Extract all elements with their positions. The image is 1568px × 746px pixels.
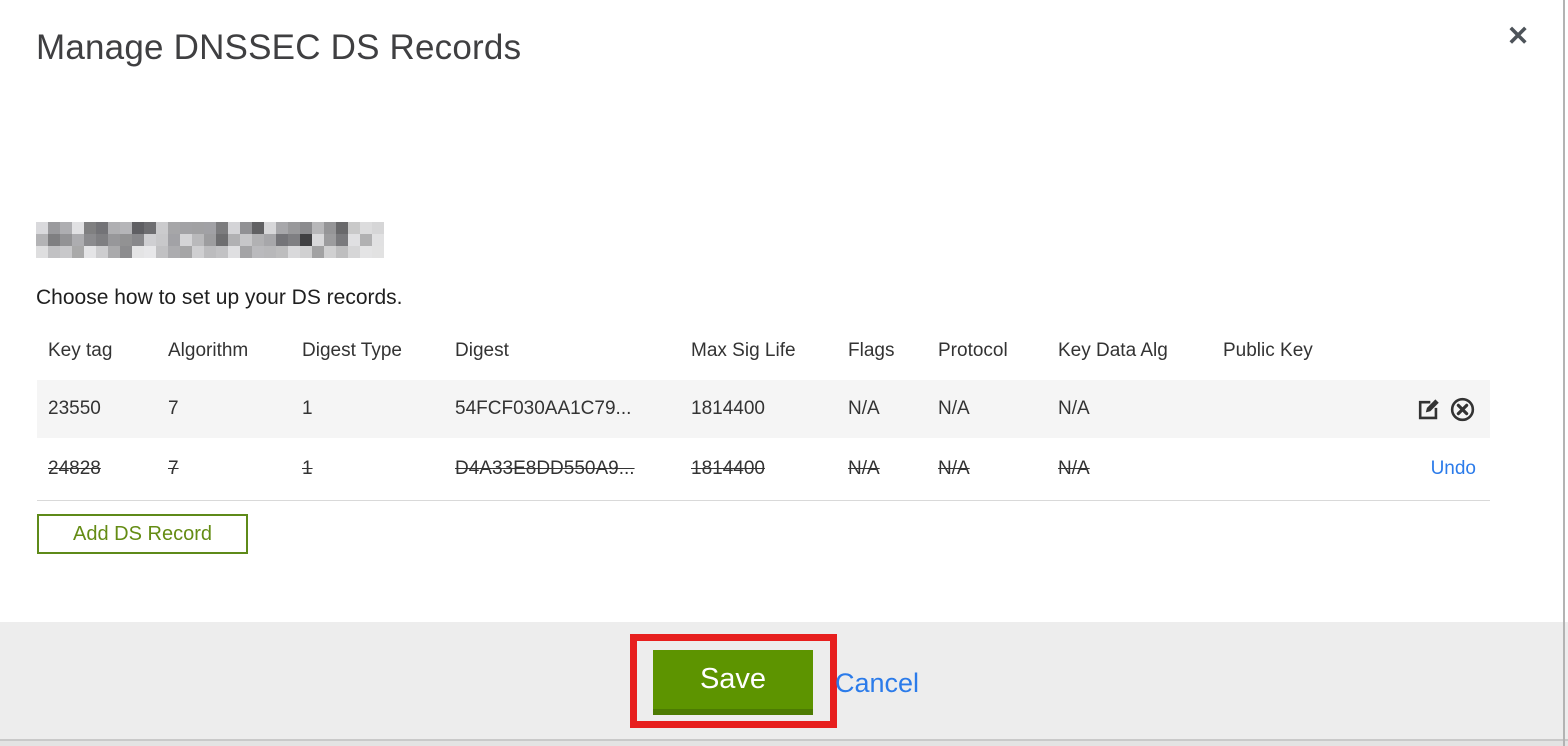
col-header-flags: Flags [848, 340, 895, 361]
table-row: 23550 7 1 54FCF030AA1C79... 1814400 N/A … [37, 380, 1490, 438]
subtitle-text: Choose how to set up your DS records. [36, 286, 403, 309]
edit-icon[interactable] [1414, 396, 1441, 423]
cell-max-sig-life: 1814400 [691, 457, 765, 479]
remove-icon[interactable] [1449, 396, 1476, 423]
ds-records-table: Key tag Algorithm Digest Type Digest Max… [37, 330, 1490, 501]
cell-digest-type: 1 [302, 457, 313, 479]
page-title: Manage DNSSEC DS Records [36, 28, 522, 67]
col-header-key-data-alg: Key Data Alg [1058, 340, 1168, 361]
col-header-public-key: Public Key [1223, 340, 1313, 361]
cell-algorithm: 7 [168, 398, 179, 419]
col-header-max-sig-life: Max Sig Life [691, 340, 796, 361]
cell-key-tag: 24828 [48, 457, 101, 479]
dnssec-dialog: Manage DNSSEC DS Records ✕ Choose how to… [0, 0, 1568, 746]
cell-algorithm: 7 [168, 457, 179, 479]
cell-digest: 54FCF030AA1C79... [455, 398, 632, 419]
cell-key-tag: 23550 [48, 398, 101, 419]
window-right-border [1563, 0, 1565, 746]
footer-edge [0, 741, 1568, 746]
undo-link[interactable]: Undo [1431, 458, 1476, 479]
cell-key-data-alg: N/A [1058, 398, 1090, 419]
redacted-domain-name [36, 222, 384, 258]
cell-flags: N/A [848, 398, 880, 419]
col-header-key-tag: Key tag [48, 340, 113, 361]
col-header-protocol: Protocol [938, 340, 1008, 361]
col-header-algorithm: Algorithm [168, 340, 249, 361]
cell-max-sig-life: 1814400 [691, 398, 765, 419]
cell-key-data-alg: N/A [1058, 457, 1090, 479]
add-ds-record-button[interactable]: Add DS Record [37, 514, 248, 554]
cancel-link[interactable]: Cancel [835, 668, 919, 699]
table-row-deleted: 24828 7 1 D4A33E8DD550A9... 1814400 N/A … [37, 438, 1490, 501]
col-header-digest-type: Digest Type [302, 340, 402, 361]
close-icon[interactable]: ✕ [1500, 18, 1536, 54]
save-button[interactable]: Save [653, 650, 813, 715]
table-header-row: Key tag Algorithm Digest Type Digest Max… [37, 330, 1490, 380]
cell-protocol: N/A [938, 398, 970, 419]
cell-digest-type: 1 [302, 398, 313, 419]
col-header-digest: Digest [455, 340, 509, 361]
cell-flags: N/A [848, 457, 880, 479]
cell-digest: D4A33E8DD550A9... [455, 457, 635, 479]
cell-protocol: N/A [938, 457, 970, 479]
col-header-actions [1332, 330, 1490, 380]
